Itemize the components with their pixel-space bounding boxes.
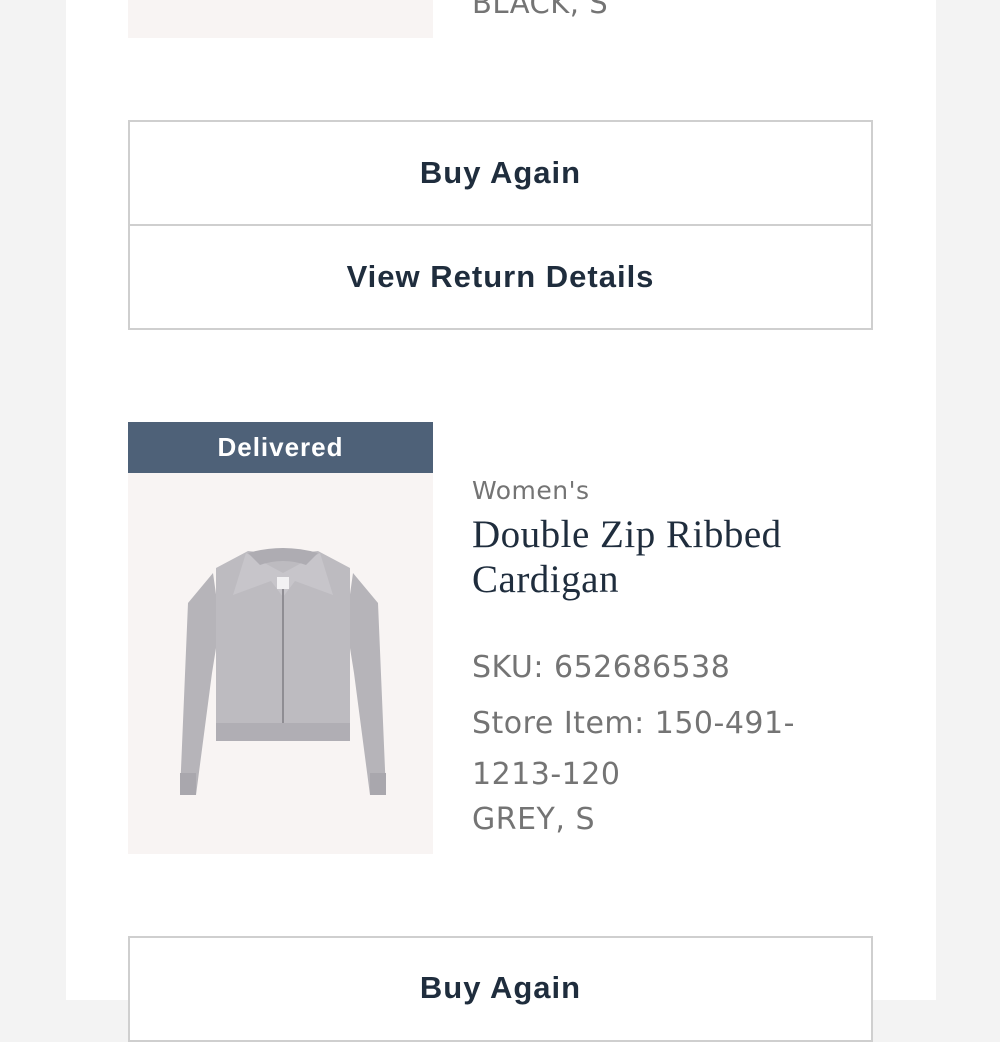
store-item-line-1: Store Item: 150-491- (472, 706, 795, 741)
product-name[interactable]: Double Zip Ribbed Cardigan (472, 512, 782, 602)
order-detail-page: BLACK, S Buy Again View Return Details D… (66, 0, 936, 1042)
buy-again-button[interactable]: Buy Again (128, 936, 873, 1042)
product-variant: GREY, S (472, 802, 595, 837)
previous-product-variant: BLACK, S (472, 0, 609, 20)
previous-product-image[interactable] (128, 0, 433, 38)
cardigan-icon (180, 548, 386, 795)
view-return-details-button[interactable]: View Return Details (128, 224, 873, 330)
product-name-line-1: Double Zip Ribbed (472, 513, 782, 556)
product-store-item: Store Item: 150-491- 1213-120 (472, 698, 795, 800)
product-image[interactable] (128, 473, 433, 854)
store-item-line-2: 1213-120 (472, 757, 621, 792)
product-category: Women's (472, 476, 590, 505)
product-sku: SKU: 652686538 (472, 650, 731, 685)
product-name-line-2: Cardigan (472, 558, 619, 601)
delivered-status-badge: Delivered (128, 422, 433, 473)
buy-again-button[interactable]: Buy Again (128, 120, 873, 226)
